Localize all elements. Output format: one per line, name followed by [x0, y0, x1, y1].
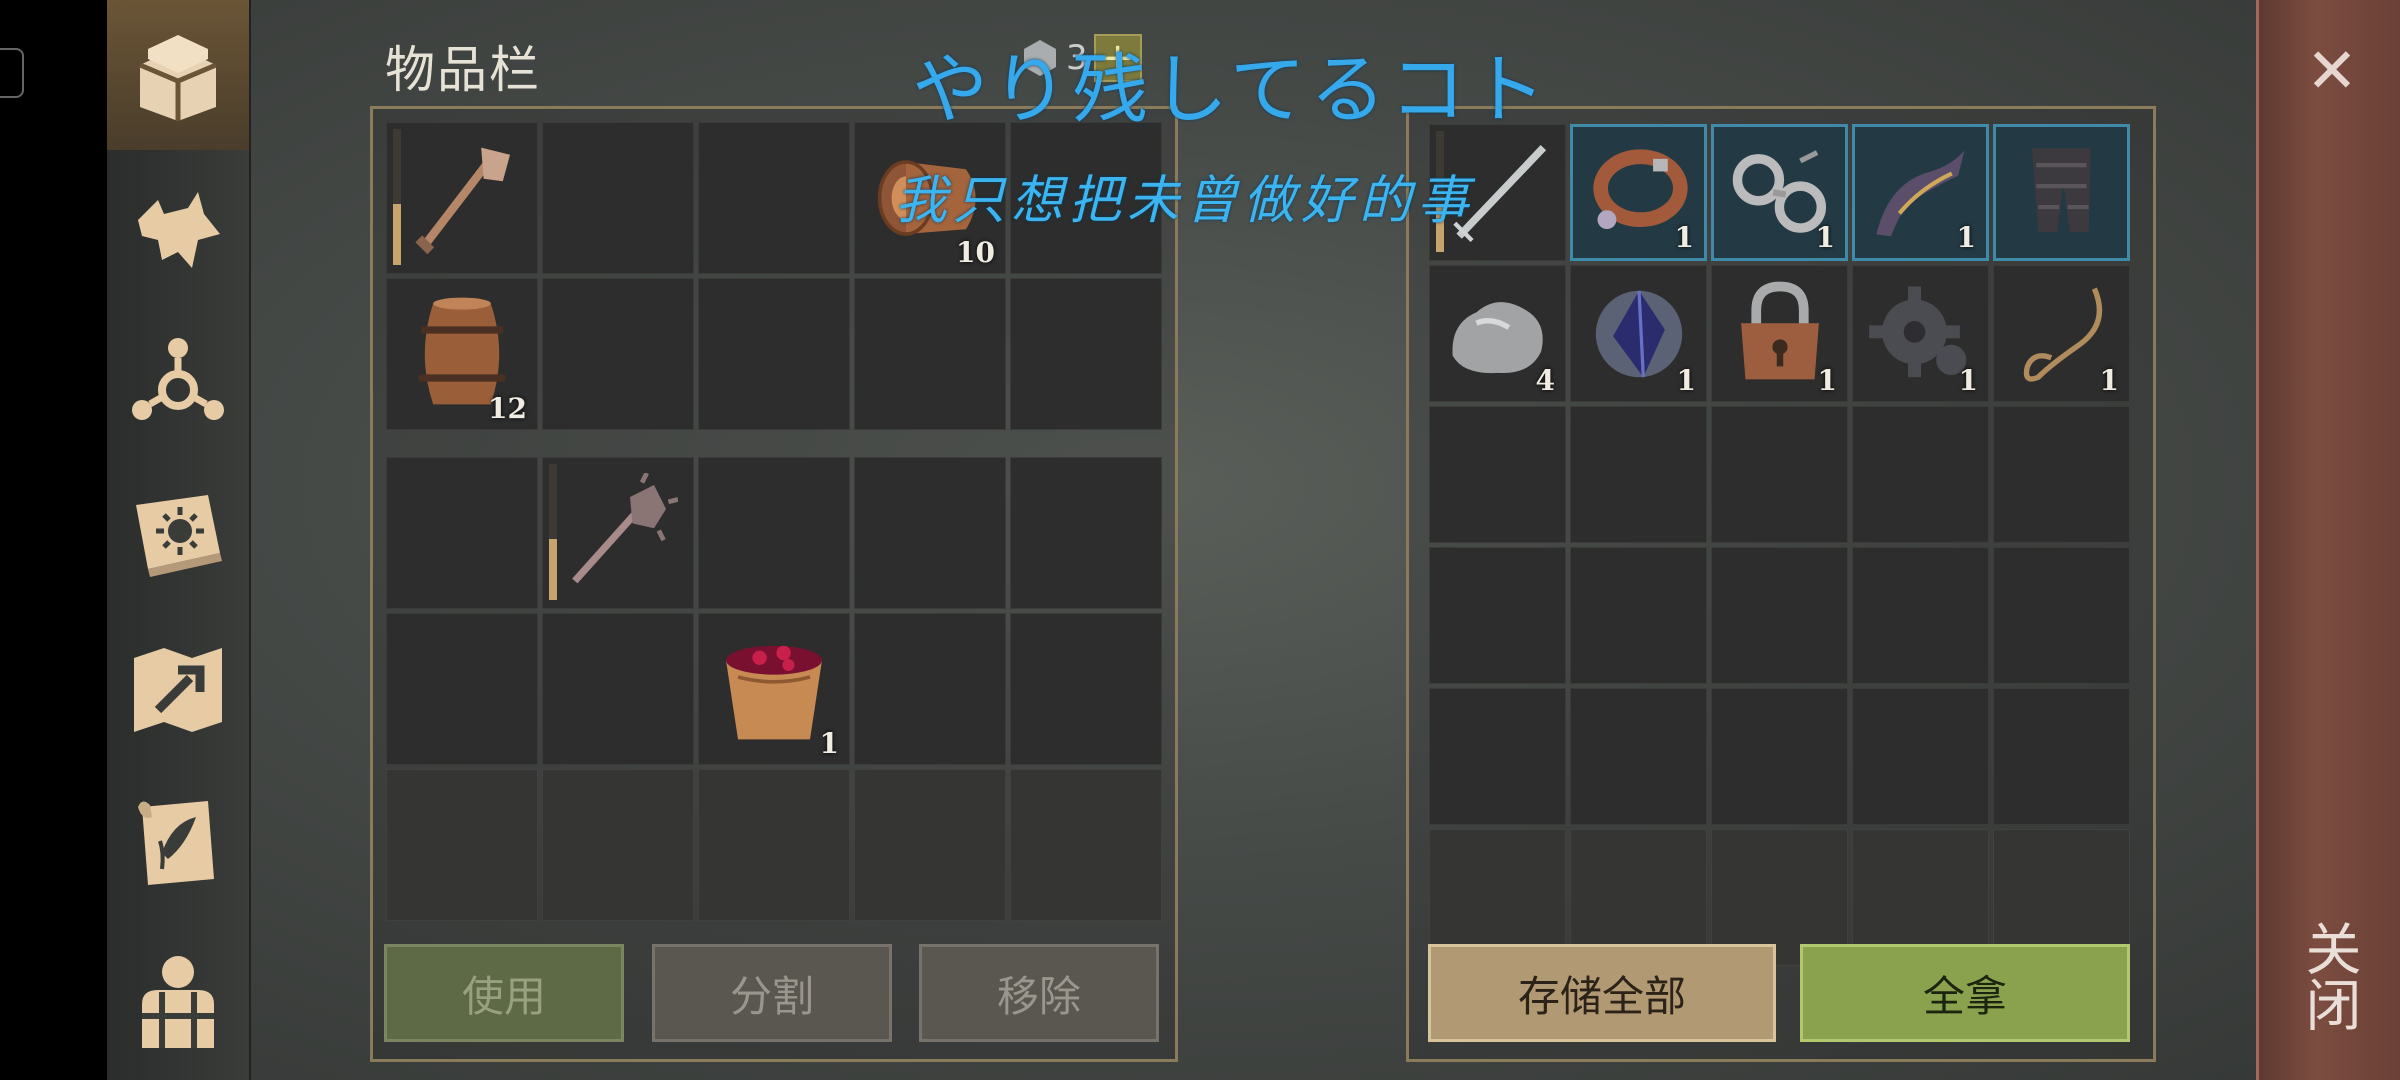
nav-taming[interactable] — [107, 155, 249, 305]
page-title: 物品栏 — [385, 41, 541, 99]
durability-bar — [393, 129, 401, 265]
edge-indicator — [0, 48, 24, 98]
item-quantity: 10 — [956, 236, 995, 269]
storage-slot[interactable] — [1429, 547, 1566, 684]
crafting-map-icon — [134, 648, 222, 732]
storage-slot[interactable] — [1429, 406, 1566, 543]
storage-slot[interactable] — [1570, 406, 1707, 543]
overlay-caption-japanese: やり残してるコト — [912, 45, 1550, 134]
storage-slot[interactable]: 4 — [1429, 265, 1566, 402]
storage-slot[interactable] — [1993, 547, 2130, 684]
nav-journal[interactable] — [107, 458, 249, 608]
inventory-slot[interactable] — [386, 457, 538, 609]
storage-slot[interactable] — [1852, 406, 1989, 543]
storage-grid: 1 1 1 4 1 1 1 1 — [1429, 124, 2130, 966]
item-quantity: 1 — [1958, 364, 1978, 397]
overlay-caption-chinese: 我只想把未曾做好的事 — [895, 171, 1476, 231]
take-all-button[interactable]: 全拿 — [1800, 944, 2130, 1042]
item-quantity: 1 — [1676, 364, 1696, 397]
item-quantity: 1 — [819, 727, 839, 760]
storage-slot[interactable] — [1993, 688, 2130, 825]
storage-slot[interactable]: 1 — [1570, 124, 1707, 261]
inventory-slot[interactable] — [386, 769, 538, 921]
inventory-slot[interactable] — [698, 769, 850, 921]
inventory-slot[interactable] — [542, 769, 694, 921]
inventory-slot[interactable] — [1010, 457, 1162, 609]
inventory-slot[interactable]: 1 — [698, 613, 850, 765]
treasure-chest-icon — [139, 35, 217, 121]
storage-slot[interactable] — [1711, 688, 1848, 825]
close-icon[interactable]: ✕ — [2300, 34, 2364, 107]
inventory-slot[interactable] — [386, 613, 538, 765]
item-quantity: 1 — [1817, 364, 1837, 397]
storage-slot[interactable] — [1570, 547, 1707, 684]
quest-scroll-icon — [138, 801, 214, 885]
inventory-slot[interactable] — [542, 122, 694, 274]
item-quantity: 1 — [1956, 221, 1976, 254]
inventory-slot[interactable] — [854, 278, 1006, 430]
remove-button[interactable]: 移除 — [919, 944, 1159, 1042]
nav-quests[interactable] — [107, 768, 249, 918]
storage-slot[interactable] — [1711, 547, 1848, 684]
item-quantity: 4 — [1535, 364, 1555, 397]
nav-character[interactable] — [107, 925, 249, 1075]
inventory-slot[interactable]: 12 — [386, 278, 538, 430]
sun-book-icon — [136, 495, 222, 577]
wolf-head-icon — [138, 192, 220, 268]
inventory-slot[interactable] — [386, 122, 538, 274]
mace-icon — [572, 473, 678, 584]
inventory-slot[interactable] — [854, 457, 1006, 609]
split-button[interactable]: 分割 — [652, 944, 892, 1042]
store-all-button[interactable]: 存储全部 — [1428, 944, 1776, 1042]
storage-slot[interactable] — [1852, 547, 1989, 684]
inventory-slot[interactable] — [1010, 613, 1162, 765]
item-quantity: 1 — [1674, 221, 1694, 254]
inventory-slot[interactable] — [1010, 769, 1162, 921]
storage-slot[interactable]: 1 — [1570, 265, 1707, 402]
storage-slot[interactable] — [1993, 406, 2130, 543]
storage-slot[interactable] — [1429, 688, 1566, 825]
sidebar-nav — [107, 0, 251, 1080]
use-button[interactable]: 使用 — [384, 944, 624, 1042]
storage-slot[interactable]: 1 — [1852, 124, 1989, 261]
shovel-icon — [415, 147, 510, 255]
item-quantity: 12 — [488, 392, 527, 425]
inventory-slot[interactable] — [542, 457, 694, 609]
inventory-slot[interactable] — [698, 278, 850, 430]
storage-slot[interactable] — [1852, 688, 1989, 825]
close-label[interactable]: 关闭 — [2296, 920, 2361, 1032]
inventory-slot[interactable] — [854, 769, 1006, 921]
inventory-slot[interactable] — [698, 122, 850, 274]
inventory-slot[interactable] — [854, 613, 1006, 765]
nav-inventory[interactable] — [107, 0, 249, 150]
storage-slot[interactable]: 1 — [1711, 124, 1848, 261]
storage-slot[interactable]: 1 — [1993, 265, 2130, 402]
nav-crafting[interactable] — [107, 615, 249, 765]
item-quantity: 1 — [2099, 364, 2119, 397]
skills-icon — [132, 338, 224, 420]
storage-slot[interactable]: 1 — [1852, 265, 1989, 402]
inventory-slot[interactable] — [1010, 278, 1162, 430]
chainmail-leggings-icon — [2032, 148, 2091, 233]
berry-bucket-icon — [726, 645, 822, 740]
item-quantity: 1 — [1815, 221, 1835, 254]
inventory-slot[interactable] — [698, 457, 850, 609]
nav-skills[interactable] — [107, 305, 249, 455]
close-panel[interactable] — [2256, 0, 2400, 1080]
storage-slot[interactable] — [1993, 124, 2130, 261]
character-gear-icon — [142, 956, 214, 1048]
storage-slot[interactable] — [1711, 406, 1848, 543]
inventory-grid-bottom: 1 — [386, 457, 1162, 921]
storage-slot[interactable] — [1570, 688, 1707, 825]
inventory-slot[interactable] — [542, 278, 694, 430]
inventory-slot[interactable] — [542, 613, 694, 765]
durability-bar — [549, 464, 557, 600]
storage-slot[interactable]: 1 — [1711, 265, 1848, 402]
